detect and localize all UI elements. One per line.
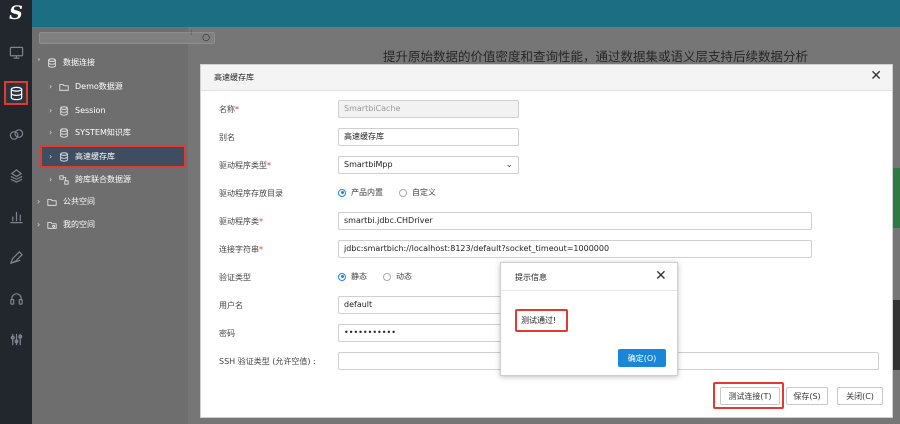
radio-static[interactable]: 静态 [338,271,367,282]
headset-icon[interactable] [4,286,28,310]
close-button[interactable]: 关闭(C) [837,387,883,405]
tree-item-my-space[interactable]: › 我的空间 [37,217,95,232]
layers-icon[interactable] [4,163,28,187]
panel-resize-handle[interactable]: ⁞ [190,29,193,37]
tree-item-public-space[interactable]: › 公共空间 [37,194,95,209]
tree-item-label: Demo数据源 [75,82,123,91]
test-button-highlight [713,382,784,409]
popup-divider [501,290,677,291]
top-bar [32,0,900,27]
chevron-right-icon[interactable]: › [37,197,46,206]
edge-panel [893,300,900,370]
radio-selected-icon [338,272,346,281]
database-icon [58,151,70,162]
radio-custom[interactable]: 自定义 [399,187,436,198]
database-icon [58,127,70,138]
message-highlight [515,309,568,332]
username-field[interactable]: default [338,296,519,314]
tree-item-label: 跨库联合数据源 [75,175,131,184]
page-headline: 提升原始数据的价值密度和查询性能，通过数据集或语义层支持后续数据分析 [383,49,809,64]
tree-search-input[interactable]: ○ [39,32,215,44]
tree-item-session[interactable]: › Session [49,103,106,118]
close-icon[interactable]: ✕ [870,68,882,84]
dialog-header: 高速缓存库 ✕ [201,65,892,91]
search-icon[interactable]: ○ [202,33,210,44]
chevron-right-icon[interactable]: › [49,152,58,161]
bar-chart-icon[interactable] [4,204,28,228]
folder-icon [58,81,70,92]
tree-item-demo-datasource[interactable]: › Demo数据源 [49,79,123,94]
connection-string-label: 连接字符串* [219,245,263,254]
alias-label: 别名 [219,133,235,142]
chevron-right-icon[interactable]: › [49,175,58,184]
tree-item-system-kb[interactable]: › SYSTEM知识库 [49,125,131,140]
name-label: 名称* [219,105,239,114]
edge-panel [893,168,900,228]
user-folder-icon [46,219,58,230]
radio-selected-icon [338,188,346,197]
driver-class-label: 驱动程序类* [219,217,263,226]
password-label: 密码 [219,329,235,338]
chevron-down-icon: ⌄ [505,160,513,170]
tree-item-label: 数据连接 [63,58,95,67]
dialog-title: 高速缓存库 [214,73,254,82]
database-icon [58,105,70,116]
radio-builtin[interactable]: 产品内置 [338,187,383,198]
radio-dynamic[interactable]: 动态 [383,271,412,282]
chevron-right-icon[interactable]: › [49,106,58,115]
database-icon [46,57,58,68]
pen-icon[interactable] [4,245,28,269]
tools-icon[interactable] [4,327,28,351]
tree-item-data-connection[interactable]: ˅ 数据连接 [37,55,95,70]
link-icon [58,174,70,185]
connection-string-field[interactable]: jdbc:smartbich://localhost:8123/default?… [338,240,812,258]
save-button[interactable]: 保存(S) [786,387,828,405]
tree-item-cache-db[interactable]: › 高速缓存库 [40,145,186,168]
tip-popup: 提示信息 ✕ 测试通过! 确定(O) [500,262,678,376]
radio-unselected-icon [399,188,407,197]
ssh-auth-label: SSH 验证类型 (允许空值) : [219,357,316,366]
chevron-right-icon[interactable]: › [37,220,46,229]
smartbi-logo: S [9,2,23,24]
chevron-right-icon[interactable]: › [49,128,58,137]
driver-type-label: 驱动程序类型* [219,161,271,170]
chevron-right-icon[interactable]: › [49,82,58,91]
monitor-icon[interactable] [4,40,28,64]
password-field[interactable]: ••••••••••• [338,324,519,342]
cubes-icon[interactable] [4,122,28,146]
tree-item-label: Session [75,106,106,115]
ok-button[interactable]: 确定(O) [618,349,666,367]
driver-dir-label: 驱动程序存放目录 [219,189,283,198]
driver-type-select[interactable]: SmartbiMpp ⌄ [338,156,519,174]
left-nav: S [0,0,32,424]
close-icon[interactable]: ✕ [655,268,667,284]
radio-unselected-icon [383,272,391,281]
tree-item-label: 高速缓存库 [75,152,115,161]
popup-title: 提示信息 [515,273,547,282]
alias-field[interactable]: 高速缓存库 [338,128,519,146]
auth-type-label: 验证类型 [219,273,251,282]
tree-item-federated-datasource[interactable]: › 跨库联合数据源 [49,172,131,187]
username-label: 用户名 [219,301,243,310]
tree-item-label: 公共空间 [63,197,95,206]
name-field[interactable]: SmartbiCache [338,100,519,118]
database-icon[interactable] [4,81,28,105]
folder-icon [46,196,58,207]
chevron-down-icon[interactable]: ˅ [37,58,46,67]
tree-item-label: 我的空间 [63,220,95,229]
driver-class-field[interactable]: smartbi.jdbc.CHDriver [338,212,812,230]
tree-item-label: SYSTEM知识库 [75,128,131,137]
